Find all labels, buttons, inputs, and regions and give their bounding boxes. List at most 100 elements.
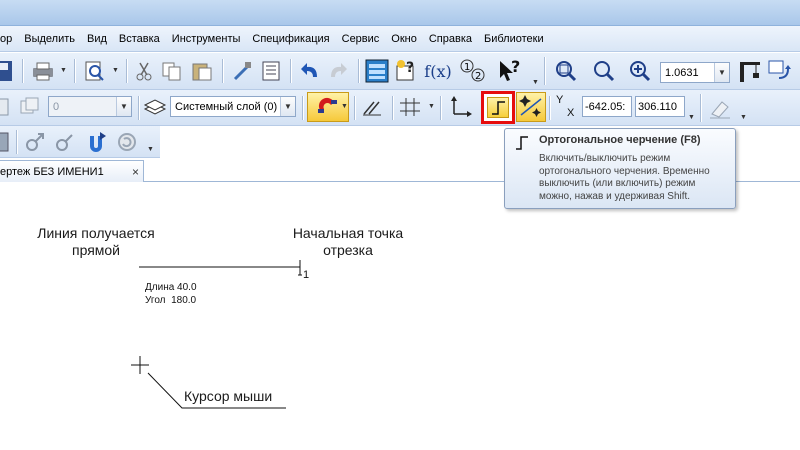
preview-icon[interactable] (82, 60, 106, 82)
chevron-down-icon[interactable]: ▼ (714, 63, 729, 82)
snap-points-icon[interactable] (516, 92, 546, 122)
menu-item-service[interactable]: Сервис (336, 33, 386, 45)
tooltip-title: Ортогональное черчение (F8) (539, 134, 701, 146)
local-cs-icon[interactable] (448, 94, 474, 120)
brush-icon[interactable] (230, 60, 254, 82)
coord-y-value: 306.110 (638, 100, 677, 113)
menu-item-editor[interactable]: ор (0, 33, 18, 45)
copy-state-icon[interactable] (18, 96, 42, 118)
toolbar-overflow-arrow[interactable]: ▼ (147, 146, 154, 153)
coord-x-axis-label: X (567, 107, 575, 119)
svg-text:?: ? (406, 60, 414, 76)
zoom-window-icon[interactable] (552, 58, 580, 84)
preview-dropdown-arrow[interactable]: ▼ (112, 67, 119, 74)
chevron-down-icon[interactable]: ▼ (280, 97, 295, 116)
layer-combo[interactable]: Системный слой (0) ▼ (170, 96, 296, 117)
menu-item-insert[interactable]: Вставка (113, 33, 166, 45)
chevron-down-icon[interactable]: ▼ (116, 97, 131, 116)
refresh-icon[interactable] (766, 58, 794, 84)
toolbar-separator (16, 130, 17, 154)
snap-dropdown-arrow[interactable]: ▼ (341, 103, 348, 110)
zoom-value: 1.0631 (665, 66, 699, 79)
document-tab-label: ертеж БЕЗ ИМЕНИ1 (0, 165, 104, 178)
geometry-toolbar: ▼ (0, 126, 160, 158)
toolbar-separator (358, 59, 359, 83)
menu-item-select[interactable]: Выделить (18, 33, 81, 45)
save-icon[interactable] (0, 60, 14, 82)
rebuild-icon[interactable] (114, 130, 142, 154)
connect-icon[interactable] (52, 130, 80, 154)
part-icon[interactable] (0, 130, 12, 154)
segment-angle-readout: Угол 180.0 (145, 295, 197, 306)
toolbar-separator (549, 96, 550, 120)
coord-y-axis-label: Y (556, 94, 564, 106)
coord-x-value: -642.05: (585, 100, 626, 113)
toolbar-separator (138, 96, 139, 120)
menu-bar: ор Выделить Вид Вставка Инструменты Спец… (0, 26, 800, 52)
drawing-canvas[interactable]: Линия получается прямой Начальная точка … (0, 183, 800, 450)
male-icon[interactable] (22, 130, 50, 154)
coord-x-field[interactable]: -642.05: (582, 96, 632, 117)
cut-icon[interactable] (134, 60, 154, 82)
toolbar-overflow-arrow[interactable]: ▼ (532, 79, 539, 86)
menu-item-tools[interactable]: Инструменты (166, 33, 247, 45)
fx-icon[interactable]: f(x) (424, 60, 452, 82)
window-title-bar (0, 0, 800, 26)
toolbar-separator (74, 59, 75, 83)
zoom-in-icon[interactable] (626, 58, 654, 84)
document-tab[interactable]: ертеж БЕЗ ИМЕНИ1 × (0, 160, 144, 182)
magnet-blue-icon[interactable] (84, 130, 112, 154)
toolbar-separator (354, 96, 355, 120)
ortho-mode-button[interactable] (481, 91, 515, 124)
coord-y-field[interactable]: 306.110 (635, 96, 685, 117)
paste-icon[interactable] (190, 60, 214, 82)
eraser-icon[interactable] (706, 94, 734, 122)
print-dropdown-arrow[interactable]: ▼ (60, 67, 67, 74)
zoom-scale-icon[interactable] (590, 58, 618, 84)
standard-toolbar: ▼ ▼ ? f(x) 12 ? ▼ 1.0631 ▼ (0, 53, 800, 90)
variables-icon[interactable]: ? (394, 58, 420, 84)
toolbar-separator (290, 59, 291, 83)
toolbar-separator (22, 59, 23, 83)
style-combo[interactable]: 0 ▼ (48, 96, 132, 117)
toolbar-separator (392, 96, 393, 120)
toolbar-overflow-arrow[interactable]: ▼ (740, 114, 747, 121)
point-number-label: 1 (303, 269, 310, 281)
parallel-icon[interactable] (360, 96, 384, 118)
menu-item-view[interactable]: Вид (81, 33, 113, 45)
close-icon[interactable]: × (132, 165, 139, 179)
svg-text:2: 2 (475, 71, 481, 82)
menu-item-libraries[interactable]: Библиотеки (478, 33, 550, 45)
annotation-start-point: Начальная точка отрезка (292, 225, 404, 258)
style-combo-value: 0 (53, 100, 60, 113)
zoom-combo[interactable]: 1.0631 ▼ (660, 62, 730, 83)
ortho-icon (487, 97, 509, 118)
menu-item-window[interactable]: Окно (385, 33, 423, 45)
grid-dropdown-arrow[interactable]: ▼ (428, 103, 435, 110)
redo-icon[interactable] (326, 60, 350, 82)
menu-item-help[interactable]: Справка (423, 33, 478, 45)
help-cursor-icon[interactable]: ? (496, 58, 526, 84)
tree-icon[interactable] (364, 58, 390, 84)
toolbar-separator (544, 57, 545, 85)
annotation-mouse-cursor: Курсор мыши (184, 388, 273, 404)
numbering-icon[interactable]: 12 (458, 58, 488, 84)
print-icon[interactable] (30, 60, 56, 82)
segment-length-readout: Длина 40.0 (145, 282, 197, 293)
undo-icon[interactable] (298, 60, 322, 82)
toolbar-separator (222, 59, 223, 83)
drawing-svg (131, 260, 302, 409)
layer-icon[interactable] (142, 96, 168, 118)
grid-icon[interactable] (398, 96, 422, 118)
state-icon[interactable] (0, 96, 10, 118)
toolbar-overflow-arrow[interactable]: ▼ (688, 114, 695, 121)
toolbar-separator (440, 96, 441, 120)
layer-combo-value: Системный слой (0) (175, 100, 278, 113)
properties-icon[interactable] (260, 60, 282, 82)
svg-text:?: ? (511, 58, 520, 76)
copy-icon[interactable] (160, 60, 184, 82)
ortho-icon (513, 134, 531, 152)
menu-item-specification[interactable]: Спецификация (246, 33, 335, 45)
crane-icon[interactable] (736, 58, 764, 84)
annotation-line-straight: Линия получается прямой (37, 225, 155, 258)
